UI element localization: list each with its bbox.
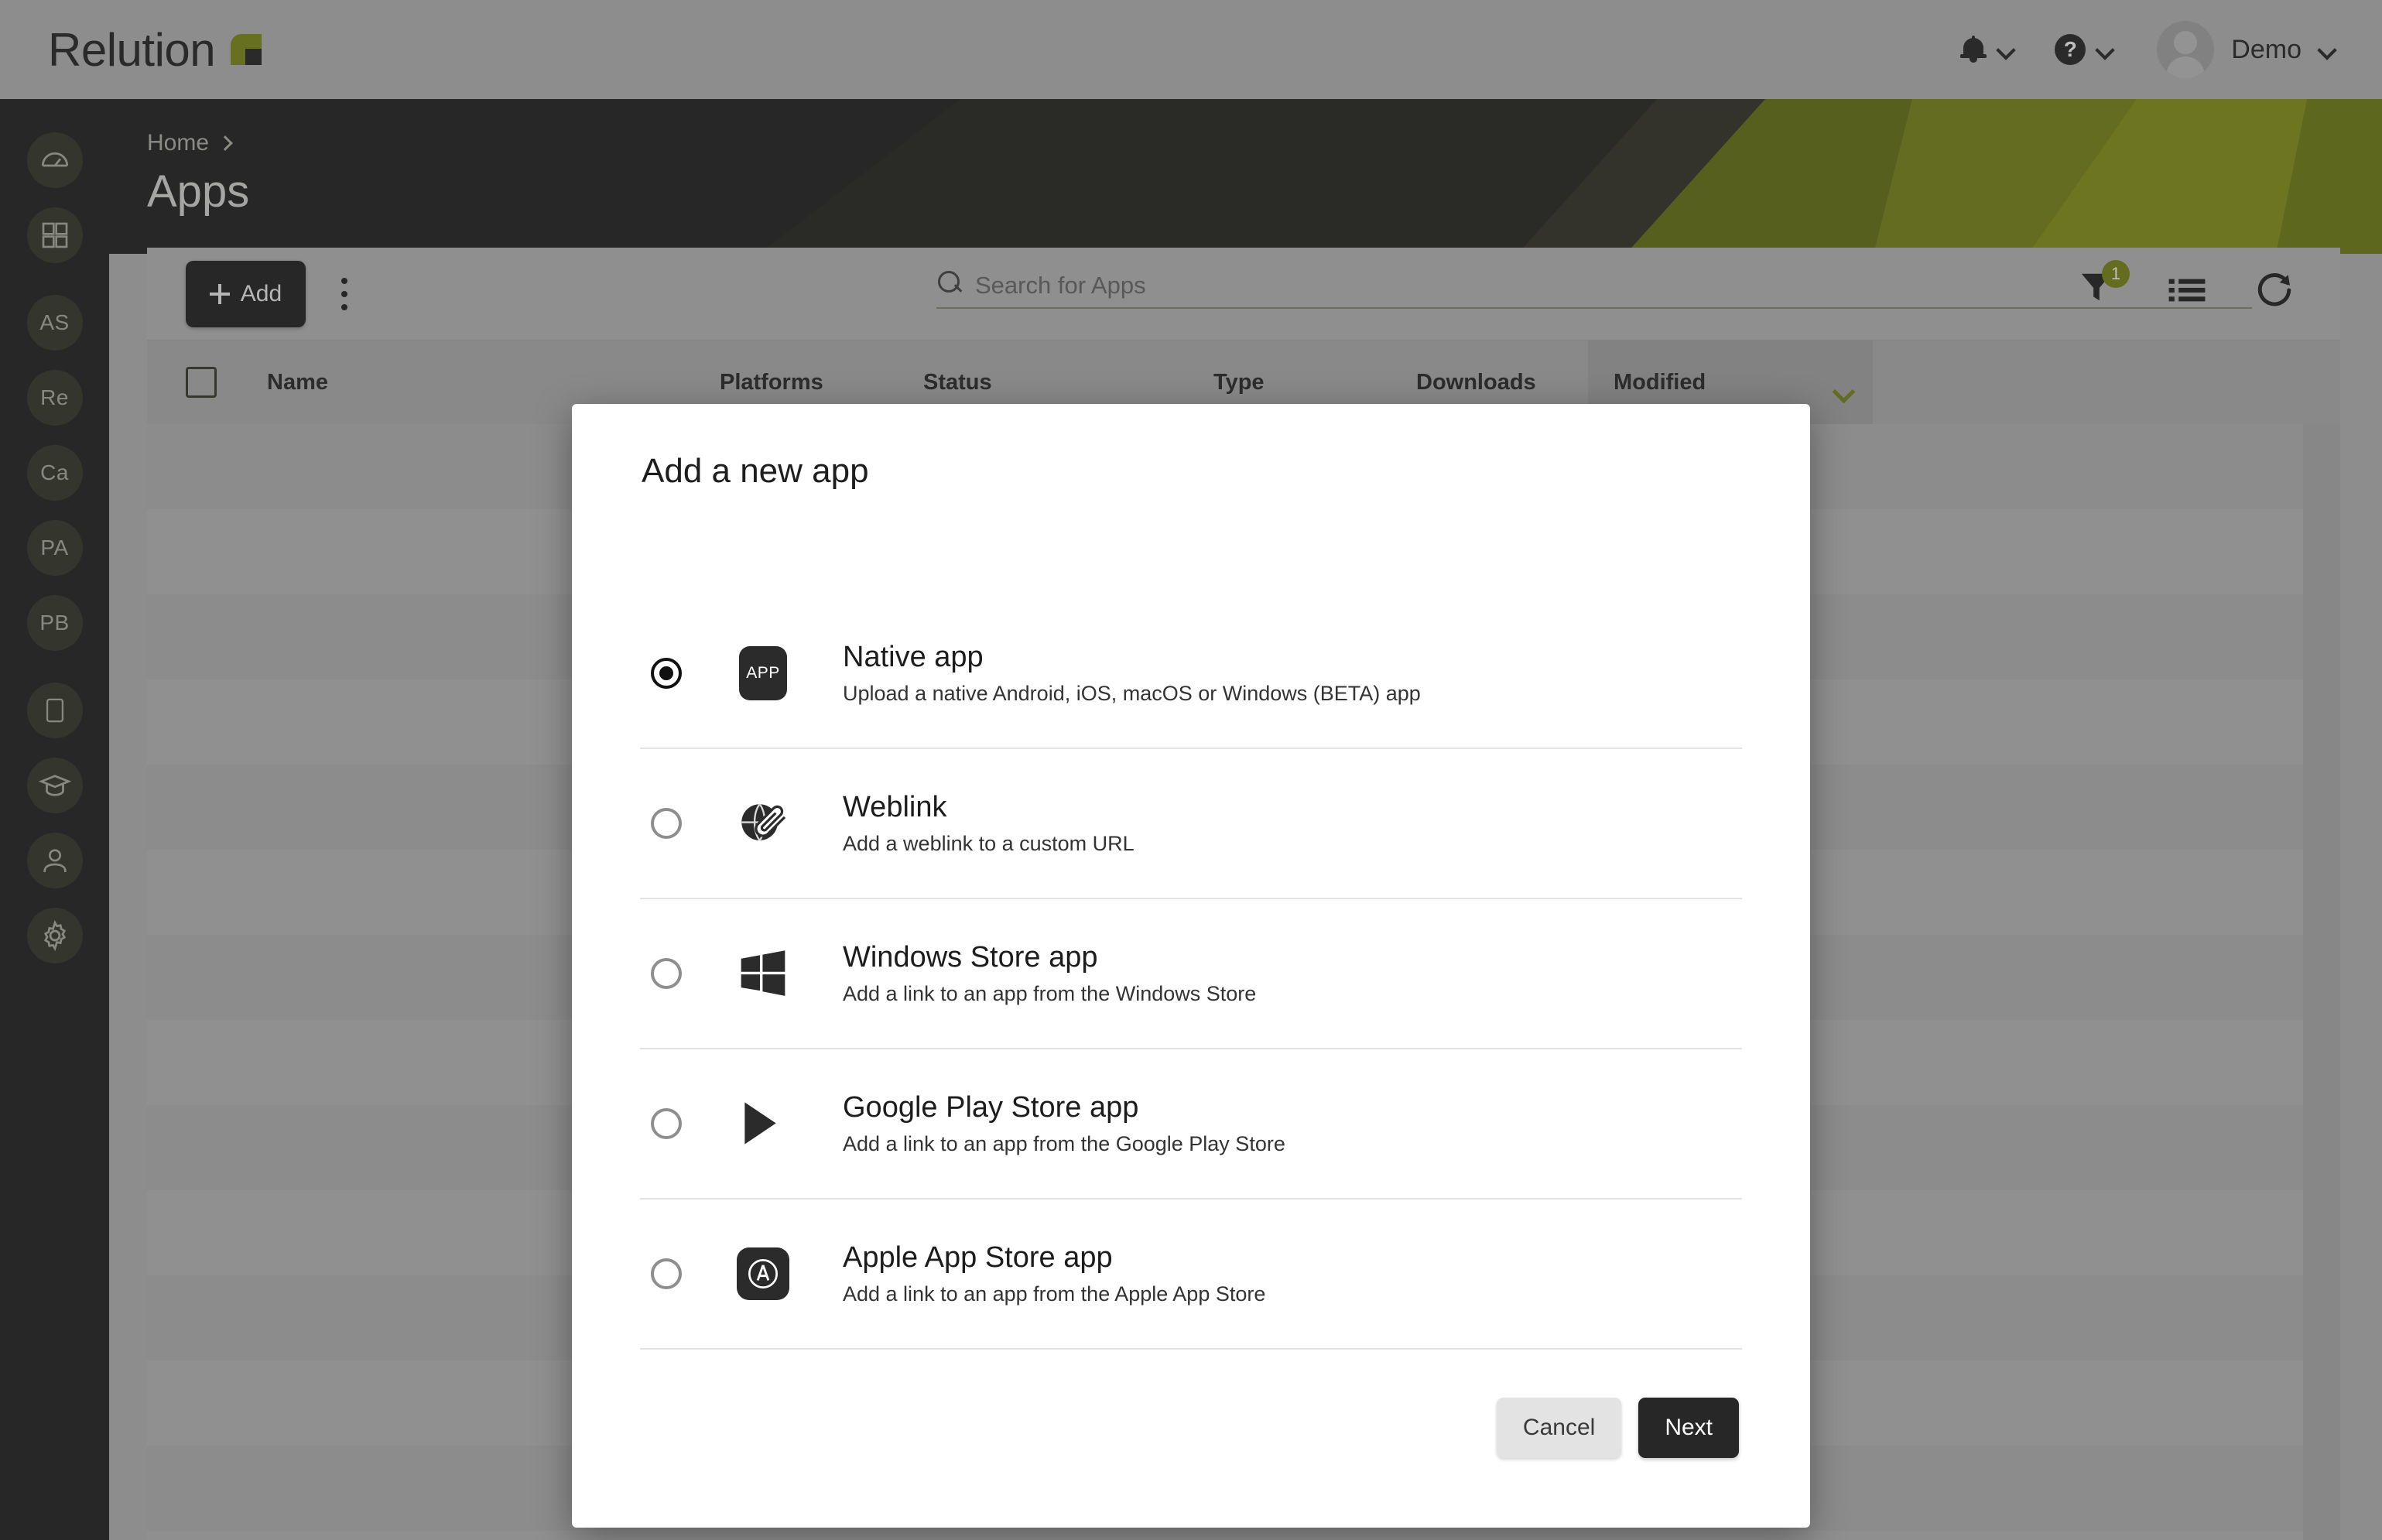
option-google-play-store-app[interactable]: Google Play Store app Add a link to an a… (640, 1049, 1742, 1199)
option-label: Windows Store app (843, 940, 1098, 974)
dialog-footer: Cancel Next (1496, 1398, 1739, 1458)
option-label: Google Play Store app (843, 1090, 1139, 1124)
radio-windows-store-app[interactable] (651, 958, 682, 989)
option-label: Native app (843, 640, 984, 673)
globe-paperclip-icon (736, 796, 790, 850)
google-play-icon (736, 1097, 790, 1151)
option-apple-app-store-app[interactable]: Apple App Store app Add a link to an app… (640, 1199, 1742, 1350)
option-description: Add a link to an app from the Google Pla… (843, 1132, 1285, 1156)
option-description: Add a weblink to a custom URL (843, 832, 1135, 856)
next-button[interactable]: Next (1638, 1398, 1739, 1458)
dialog-title: Add a new app (642, 452, 869, 490)
radio-apple-app-store-app[interactable] (651, 1258, 682, 1289)
radio-weblink[interactable] (651, 808, 682, 839)
option-label: Weblink (843, 790, 947, 823)
app-type-options: APP Native app Upload a native Android, … (611, 599, 1771, 1350)
option-description: Upload a native Android, iOS, macOS or W… (843, 682, 1421, 706)
cancel-button[interactable]: Cancel (1496, 1398, 1622, 1458)
radio-native-app[interactable] (651, 658, 682, 689)
option-windows-store-app[interactable]: Windows Store app Add a link to an app f… (640, 899, 1742, 1049)
windows-logo-icon (736, 946, 790, 1001)
apple-app-store-icon (736, 1247, 790, 1301)
app-root: Relution ? Demo AS Re Ca PA PB Home Apps… (0, 0, 2382, 1540)
option-label: Apple App Store app (843, 1241, 1113, 1274)
option-description: Add a link to an app from the Apple App … (843, 1282, 1266, 1306)
option-weblink[interactable]: Weblink Add a weblink to a custom URL (640, 749, 1742, 899)
option-description: Add a link to an app from the Windows St… (843, 982, 1257, 1006)
add-app-dialog: Add a new app APP Native app Upload a na… (572, 404, 1810, 1528)
app-tile-icon: APP (736, 646, 790, 700)
radio-google-play-store-app[interactable] (651, 1108, 682, 1139)
option-native-app[interactable]: APP Native app Upload a native Android, … (640, 599, 1742, 749)
